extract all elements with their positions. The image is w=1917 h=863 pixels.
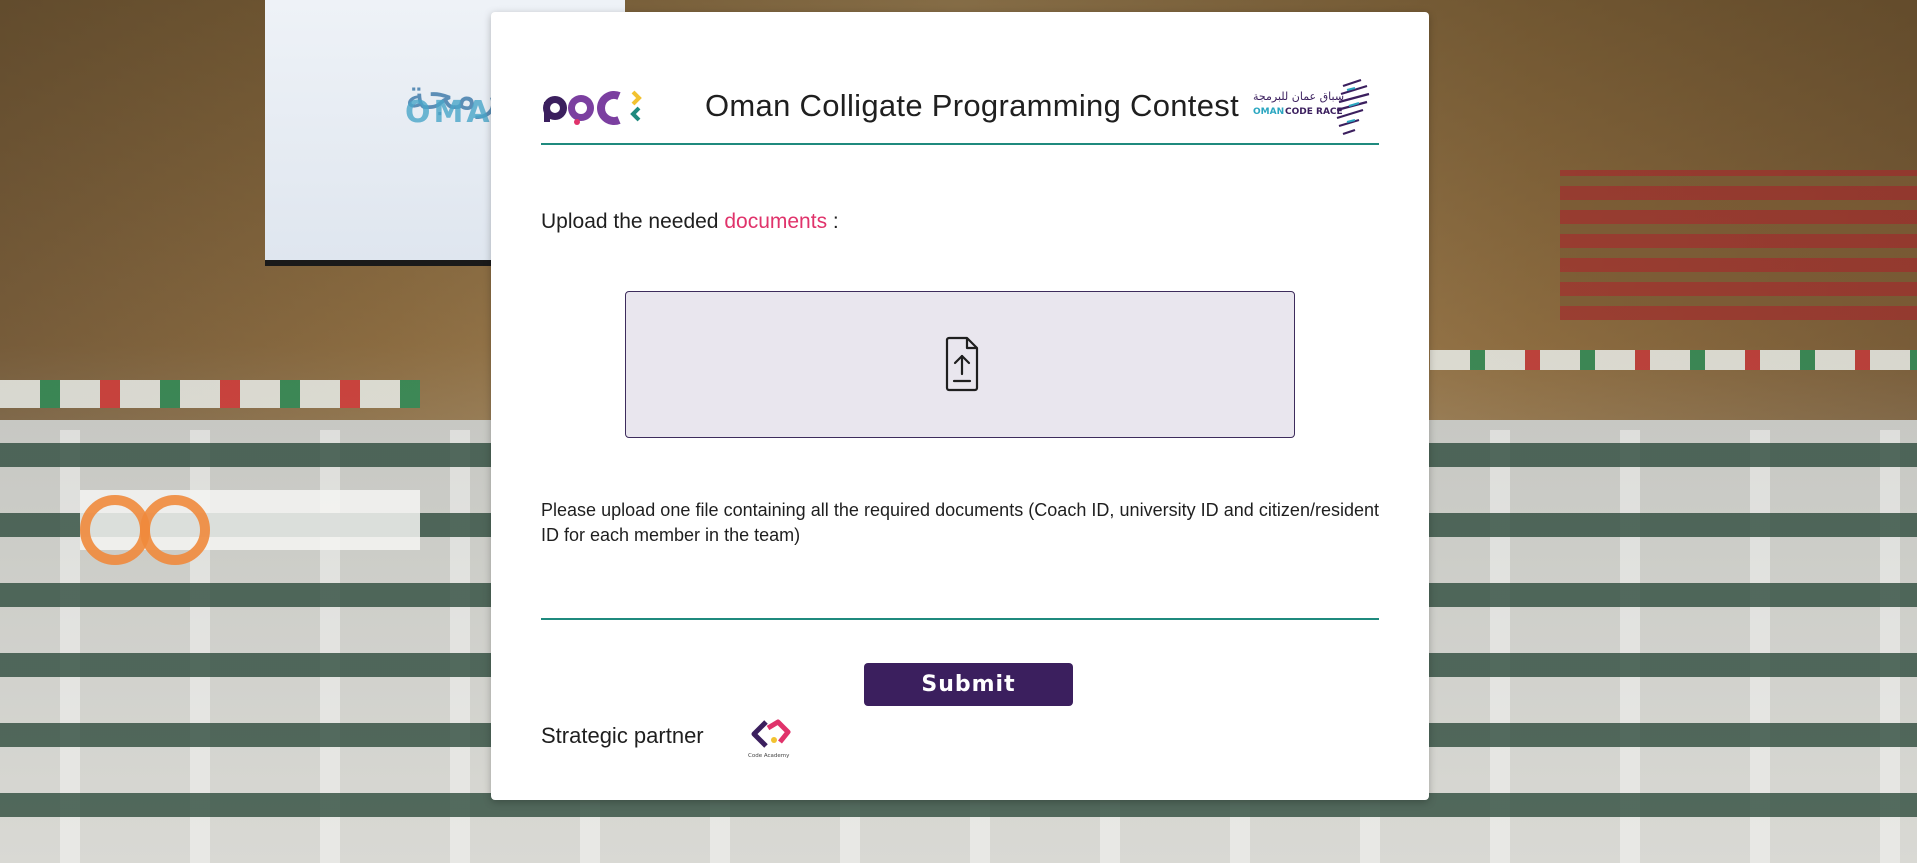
oman-code-race-logo: سباق عمان للبرمجة OMAN CODE RACE xyxy=(1253,78,1370,136)
submit-button[interactable]: Submit xyxy=(864,663,1073,706)
auditorium-seats xyxy=(1560,170,1917,320)
upload-heading: Upload the needed documents : xyxy=(541,210,839,234)
ocpc-logo xyxy=(543,90,642,125)
form-divider xyxy=(541,618,1379,620)
flags-banner-left xyxy=(0,380,420,408)
upload-instructions: Please upload one file containing all th… xyxy=(541,500,1379,545)
upload-heading-prefix: Upload the needed xyxy=(541,210,719,233)
svg-text:سباق عمان للبرمجة: سباق عمان للبرمجة xyxy=(1253,90,1344,103)
strategic-partner-label: Strategic partner xyxy=(541,723,704,748)
sponsor-logo-ring xyxy=(140,495,210,565)
header: Oman Colligate Programming Contest سباق … xyxy=(541,62,1379,142)
flags-banner-right xyxy=(1430,350,1917,370)
upload-heading-accent: documents xyxy=(724,210,828,233)
header-divider xyxy=(541,143,1379,145)
svg-text:CODE RACE: CODE RACE xyxy=(1285,107,1343,117)
file-upload-icon xyxy=(945,336,979,392)
file-dropzone[interactable] xyxy=(625,291,1295,438)
registration-card: Oman Colligate Programming Contest سباق … xyxy=(491,12,1429,800)
svg-text:OMAN: OMAN xyxy=(1253,107,1284,117)
screen-oma-text: OMA xyxy=(405,95,493,130)
upload-heading-suffix: : xyxy=(832,210,839,233)
svg-text:Code Academy: Code Academy xyxy=(748,753,790,759)
code-academy-logo: Code Academy xyxy=(748,719,791,759)
page-title: Oman Colligate Programming Contest xyxy=(705,88,1239,123)
